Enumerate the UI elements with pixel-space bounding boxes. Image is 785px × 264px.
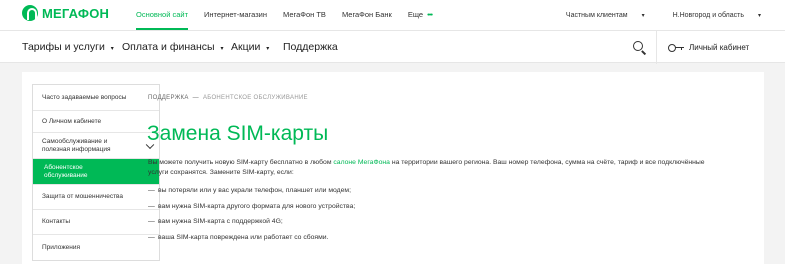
- mainnav-support[interactable]: Поддержка: [283, 31, 338, 64]
- region-label: Н.Новгород и область: [672, 11, 744, 19]
- chevron-down-icon: ▾: [757, 12, 761, 19]
- list-item: — вам нужна SIM-карта другого формата для…: [148, 202, 355, 218]
- megafon-stores-link[interactable]: салоне МегаФона: [333, 159, 390, 166]
- sidebar-item-contacts[interactable]: Контакты: [33, 210, 159, 235]
- client-type-label: Частным клиентам: [565, 11, 628, 19]
- list-item-text: вам нужна SIM-карта другого формата для …: [158, 202, 356, 210]
- list-item: — вы потеряли или у вас украли телефон, п…: [148, 186, 355, 202]
- megafon-logo[interactable]: МЕГАФОН: [22, 5, 109, 21]
- reasons-list: — вы потеряли или у вас украли телефон, п…: [148, 186, 355, 248]
- mainnav-tariffs[interactable]: Тарифы и услуги ▾: [22, 31, 114, 64]
- mainnav-payment[interactable]: Оплата и финансы ▾: [122, 31, 224, 64]
- chevron-down-icon: ▾: [220, 46, 224, 52]
- breadcrumb-separator: —: [192, 95, 199, 101]
- intro-text-start: Вы можете получить новую SIM-карту беспл…: [148, 159, 334, 166]
- logo-text: МЕГАФОН: [42, 5, 110, 21]
- key-icon-tooth: [681, 47, 683, 50]
- search-button[interactable]: [628, 37, 650, 59]
- mainnav-tariffs-label: Тарифы и услуги: [22, 41, 105, 53]
- list-item: — ваша SIM-карта повреждена или работает …: [148, 233, 355, 249]
- sidebar-item-label: Контакты: [42, 218, 71, 225]
- mainnav-payment-label: Оплата и финансы: [122, 41, 215, 53]
- sidebar-item-label: О Личном кабинете: [42, 117, 102, 125]
- list-item-text: вы потеряли или у вас украли телефон, пл…: [158, 187, 351, 194]
- breadcrumb-support-link[interactable]: ПОДДЕРЖКА: [148, 95, 189, 101]
- sidebar-item-label: Приложения: [42, 243, 81, 251]
- content-card: Часто задаваемые вопросы О Личном кабине…: [22, 72, 764, 264]
- region-select[interactable]: Н.Новгород и область ▾: [659, 12, 761, 19]
- bullet-dash: —: [148, 233, 155, 241]
- main-nav: Тарифы и услуги ▾ Оплата и финансы ▾ Акц…: [0, 30, 785, 64]
- topnav-bank[interactable]: МегаФон Банк: [342, 0, 392, 30]
- sidebar-item-label: Абонентское обслуживание: [44, 163, 88, 179]
- topnav-shop[interactable]: Интернет-магазин: [204, 0, 267, 30]
- sidebar: Часто задаваемые вопросы О Личном кабине…: [32, 84, 160, 261]
- key-icon-shaft: [675, 47, 684, 49]
- top-right: Частным клиентам ▾ Н.Новгород и область ▾: [538, 0, 761, 30]
- chevron-down-icon: ▾: [110, 46, 114, 52]
- list-item-text: вам нужна SIM-карта с поддержкой 4G;: [158, 218, 283, 225]
- breadcrumb: ПОДДЕРЖКА — АБОНЕНТСКОЕ ОБСЛУЖИВАНИЕ: [148, 95, 308, 101]
- intro-paragraph: Вы можете получить новую SIM-карту беспл…: [148, 158, 708, 178]
- mainnav-promos-label: Акции: [231, 41, 261, 53]
- topnav-more-label: Еще: [407, 10, 424, 19]
- personal-cabinet-button[interactable]: Личный кабинет: [668, 31, 749, 64]
- sidebar-item-label: Часто задаваемые вопросы: [42, 93, 127, 101]
- divider: [656, 31, 657, 64]
- sidebar-item-faq[interactable]: Часто задаваемые вопросы: [33, 85, 159, 111]
- sidebar-item-fraud[interactable]: Защита от мошенничества: [33, 185, 159, 210]
- page-title: Замена SIM-карты: [147, 122, 329, 145]
- sidebar-item-label: Самообслуживание и полезная информация: [42, 137, 111, 153]
- breadcrumb-current: АБОНЕНТСКОЕ ОБСЛУЖИВАНИЕ: [202, 95, 308, 101]
- sidebar-item-cabinet[interactable]: О Личном кабинете: [33, 111, 159, 133]
- personal-cabinet-label: Личный кабинет: [689, 43, 750, 52]
- client-type-select[interactable]: Частным клиентам ▾: [552, 12, 645, 19]
- mainnav-promos[interactable]: Акции ▾: [231, 31, 269, 64]
- megafon-logo-icon: [22, 5, 38, 21]
- search-icon-handle: [641, 50, 647, 55]
- sidebar-item-subscriber-service[interactable]: Абонентское обслуживание: [33, 159, 159, 185]
- topnav-main-site[interactable]: Основной сайт: [136, 0, 189, 30]
- chevron-down-icon: ▾: [266, 46, 270, 52]
- top-nav: Основной сайт Интернет-магазин МегаФон Т…: [136, 0, 448, 30]
- sidebar-item-apps[interactable]: Приложения: [33, 235, 159, 260]
- key-icon: [668, 43, 684, 53]
- chevron-down-icon: ▾: [641, 12, 645, 19]
- list-item-text: ваша SIM-карта повреждена или работает с…: [158, 233, 329, 241]
- bullet-dash: —: [148, 187, 155, 194]
- sidebar-item-selfservice[interactable]: Самообслуживание и полезная информация: [33, 133, 159, 159]
- sidebar-item-label: Защита от мошенничества: [42, 193, 124, 200]
- list-item: — вам нужна SIM-карта с поддержкой 4G;: [148, 217, 355, 233]
- topnav-tv[interactable]: МегаФон ТВ: [283, 0, 326, 30]
- top-bar: МЕГАФОН Основной сайт Интернет-магазин М…: [0, 0, 785, 30]
- bullet-dash: —: [148, 202, 155, 210]
- more-dots-icon: •••: [427, 10, 433, 19]
- topnav-more[interactable]: Еще •••: [407, 0, 433, 30]
- bullet-dash: —: [148, 218, 155, 225]
